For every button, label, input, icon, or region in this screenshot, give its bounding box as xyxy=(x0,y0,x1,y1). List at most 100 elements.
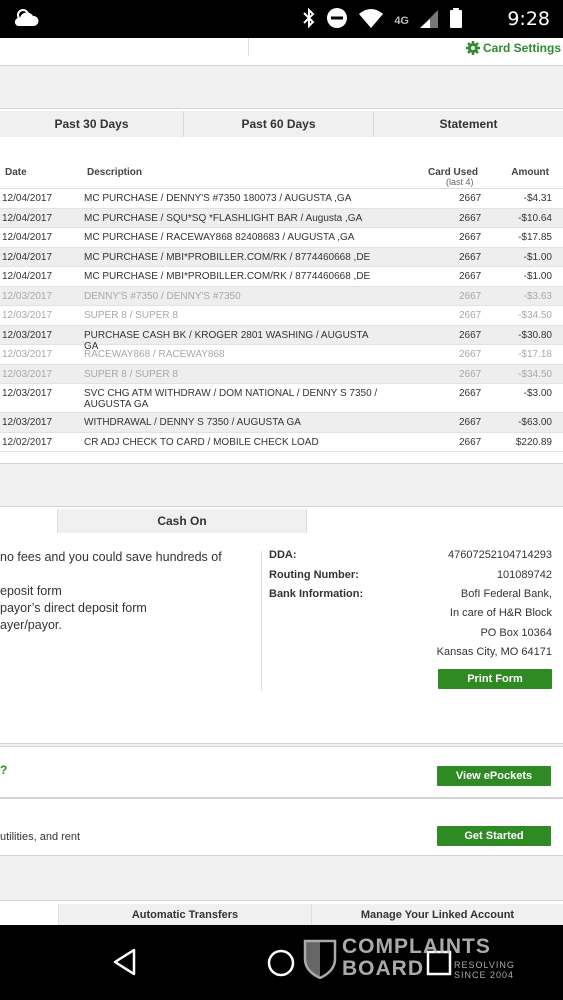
instruction-line: ayer/payor. xyxy=(0,618,62,632)
bank-line: Kansas City, MO 64171 xyxy=(436,646,552,658)
table-row[interactable]: 12/03/2017 SUPER 8 / SUPER 8 2667 -$34.50 xyxy=(0,306,563,326)
row-description: RACEWAY868 / RACEWAY868 xyxy=(84,349,225,360)
table-row[interactable]: 12/03/2017 SUPER 8 / SUPER 8 2667 -$34.50 xyxy=(0,364,563,384)
card-settings-link[interactable]: Card Settings xyxy=(465,41,561,55)
row-date: 12/03/2017 xyxy=(2,290,53,302)
row-date: 12/04/2017 xyxy=(2,271,53,282)
row-amount: -$34.50 xyxy=(518,368,552,380)
table-row[interactable]: 12/03/2017 SVC CHG ATM WITHDRAW / DOM NAT… xyxy=(0,384,563,413)
row-amount: -$3.00 xyxy=(523,388,552,399)
watermark-tagline: RESOLVING SINCE 2004 xyxy=(454,960,534,980)
tab-past-60-days[interactable]: Past 60 Days xyxy=(184,111,374,137)
tab-statement[interactable]: Statement xyxy=(374,111,563,137)
bank-line: BofI Federal Bank, xyxy=(460,588,552,600)
back-icon[interactable] xyxy=(110,947,140,977)
watermark-line: RESOLVING xyxy=(454,960,515,970)
bill-pay-text: utilities, and rent xyxy=(0,831,81,843)
shield-logo-icon xyxy=(303,939,337,979)
row-description: DENNY'S #7350 / DENNY'S #7350 xyxy=(84,290,241,302)
row-date: 12/03/2017 xyxy=(2,310,53,321)
row-card: 2667 xyxy=(459,329,482,341)
column-card-used-sub: (last 4) xyxy=(446,177,474,187)
tab-automatic-transfers[interactable]: Automatic Transfers xyxy=(58,904,311,925)
get-started-button[interactable]: Get Started xyxy=(437,826,551,846)
clock: 9:28 xyxy=(507,8,550,30)
table-row[interactable]: 12/04/2017 MC PURCHASE / RACEWAY868 82408… xyxy=(0,228,563,248)
bank-info-label: Bank Information: xyxy=(269,588,364,600)
tab-past-30-days[interactable]: Past 30 Days xyxy=(0,111,184,137)
battery-icon xyxy=(449,7,463,34)
gear-icon xyxy=(465,41,480,55)
home-icon[interactable] xyxy=(266,948,296,978)
epockets-question: ? xyxy=(0,763,8,777)
network-type-label: 4G xyxy=(394,14,409,27)
row-amount: -$34.50 xyxy=(518,310,552,321)
routing-value: 101089742 xyxy=(496,569,552,581)
row-amount: -$63.00 xyxy=(518,417,552,428)
signal-icon xyxy=(419,7,439,34)
bluetooth-icon xyxy=(302,7,316,34)
column-description[interactable]: Description xyxy=(87,167,142,178)
web-content[interactable]: Card Settings Past 30 Days Past 60 Days … xyxy=(0,38,563,925)
row-description: MC PURCHASE / MBI*PROBILLER.COM/RK / 877… xyxy=(84,271,371,282)
tab-manage-linked-account[interactable]: Manage Your Linked Account xyxy=(311,904,563,925)
row-date: 12/04/2017 xyxy=(2,232,53,243)
bottom-tabs: Automatic Transfers Manage Your Linked A… xyxy=(0,900,563,925)
table-row[interactable]: 12/04/2017 MC PURCHASE / SQU*SQ *FLASHLIG… xyxy=(0,208,563,228)
row-date: 12/03/2017 xyxy=(2,417,53,428)
row-date: 12/04/2017 xyxy=(2,212,53,224)
row-date: 12/04/2017 xyxy=(2,251,53,263)
card-settings-label: Card Settings xyxy=(482,41,561,55)
table-row[interactable]: 12/03/2017 PURCHASE CASH BK / KROGER 2801… xyxy=(0,325,563,352)
dda-label: DDA: xyxy=(269,549,297,561)
header-divider xyxy=(248,38,249,56)
row-amount: -$17.85 xyxy=(518,232,552,243)
row-description: MC PURCHASE / MBI*PROBILLER.COM/RK / 877… xyxy=(84,251,371,263)
column-divider xyxy=(261,551,262,691)
row-card: 2667 xyxy=(459,212,482,224)
direct-deposit-panel: Cash On no fees and you could save hundr… xyxy=(0,506,563,744)
row-card: 2667 xyxy=(459,290,482,302)
card-header-bar: Card Settings xyxy=(0,38,563,66)
transaction-list: 12/04/2017 MC PURCHASE / DENNY'S #7350 18… xyxy=(0,189,563,452)
period-tabs: Past 30 Days Past 60 Days Statement xyxy=(0,111,563,137)
instruction-line: no fees and you could save hundreds of xyxy=(0,550,222,564)
bill-pay-panel: utilities, and rent Get Started xyxy=(0,798,563,856)
table-row[interactable]: 12/03/2017 RACEWAY868 / RACEWAY868 2667 -$1… xyxy=(0,345,563,365)
column-amount[interactable]: Amount xyxy=(511,167,549,178)
row-description: CR ADJ CHECK TO CARD / MOBILE CHECK LOAD xyxy=(84,436,319,448)
dda-value: 47607252104714293 xyxy=(447,549,552,561)
table-row[interactable]: 12/04/2017 MC PURCHASE / DENNY'S #7350 18… xyxy=(0,189,563,209)
tab-cash-on[interactable]: Cash On xyxy=(57,509,307,533)
row-date: 12/03/2017 xyxy=(2,368,53,380)
column-date[interactable]: Date xyxy=(5,167,27,178)
table-row[interactable]: 12/03/2017 WITHDRAWAL / DENNY S 7350 / AU… xyxy=(0,413,563,433)
table-row[interactable]: 12/04/2017 MC PURCHASE / MBI*PROBILLER.CO… xyxy=(0,267,563,287)
row-description: MC PURCHASE / SQU*SQ *FLASHLIGHT BAR / A… xyxy=(84,212,363,224)
row-description: WITHDRAWAL / DENNY S 7350 / AUGUSTA GA xyxy=(84,417,301,428)
view-epockets-button[interactable]: View ePockets xyxy=(437,766,551,786)
row-card: 2667 xyxy=(459,271,482,282)
row-description: SUPER 8 / SUPER 8 xyxy=(84,368,178,380)
row-card: 2667 xyxy=(459,232,482,243)
table-row[interactable]: 12/03/2017 DENNY'S #7350 / DENNY'S #7350 2… xyxy=(0,286,563,306)
row-card: 2667 xyxy=(459,349,482,360)
row-card: 2667 xyxy=(459,251,482,263)
navigation-bar: COMPLAINTS BOARD RESOLVING SINCE 2004 xyxy=(0,925,563,1000)
status-bar: 4G 9:28 xyxy=(0,0,563,38)
wifi-icon xyxy=(358,7,384,34)
row-amount: -$30.80 xyxy=(518,329,552,341)
epockets-panel: ? View ePockets xyxy=(0,746,563,798)
direct-deposit-instructions: no fees and you could save hundreds of e… xyxy=(0,549,250,634)
table-row[interactable]: 12/02/2017 CR ADJ CHECK TO CARD / MOBILE … xyxy=(0,433,563,452)
print-form-button[interactable]: Print Form xyxy=(438,669,552,689)
row-card: 2667 xyxy=(459,417,482,428)
bank-line: PO Box 10364 xyxy=(480,627,552,639)
row-date: 12/03/2017 xyxy=(2,329,53,341)
transactions-panel: Past 30 Days Past 60 Days Statement Date… xyxy=(0,108,563,464)
routing-label: Routing Number: xyxy=(269,569,359,581)
row-amount: -$17.18 xyxy=(518,349,552,360)
table-row[interactable]: 12/04/2017 MC PURCHASE / MBI*PROBILLER.CO… xyxy=(0,247,563,267)
watermark-line: SINCE 2004 xyxy=(454,970,515,980)
instruction-line: payor’s direct deposit form xyxy=(0,601,147,615)
